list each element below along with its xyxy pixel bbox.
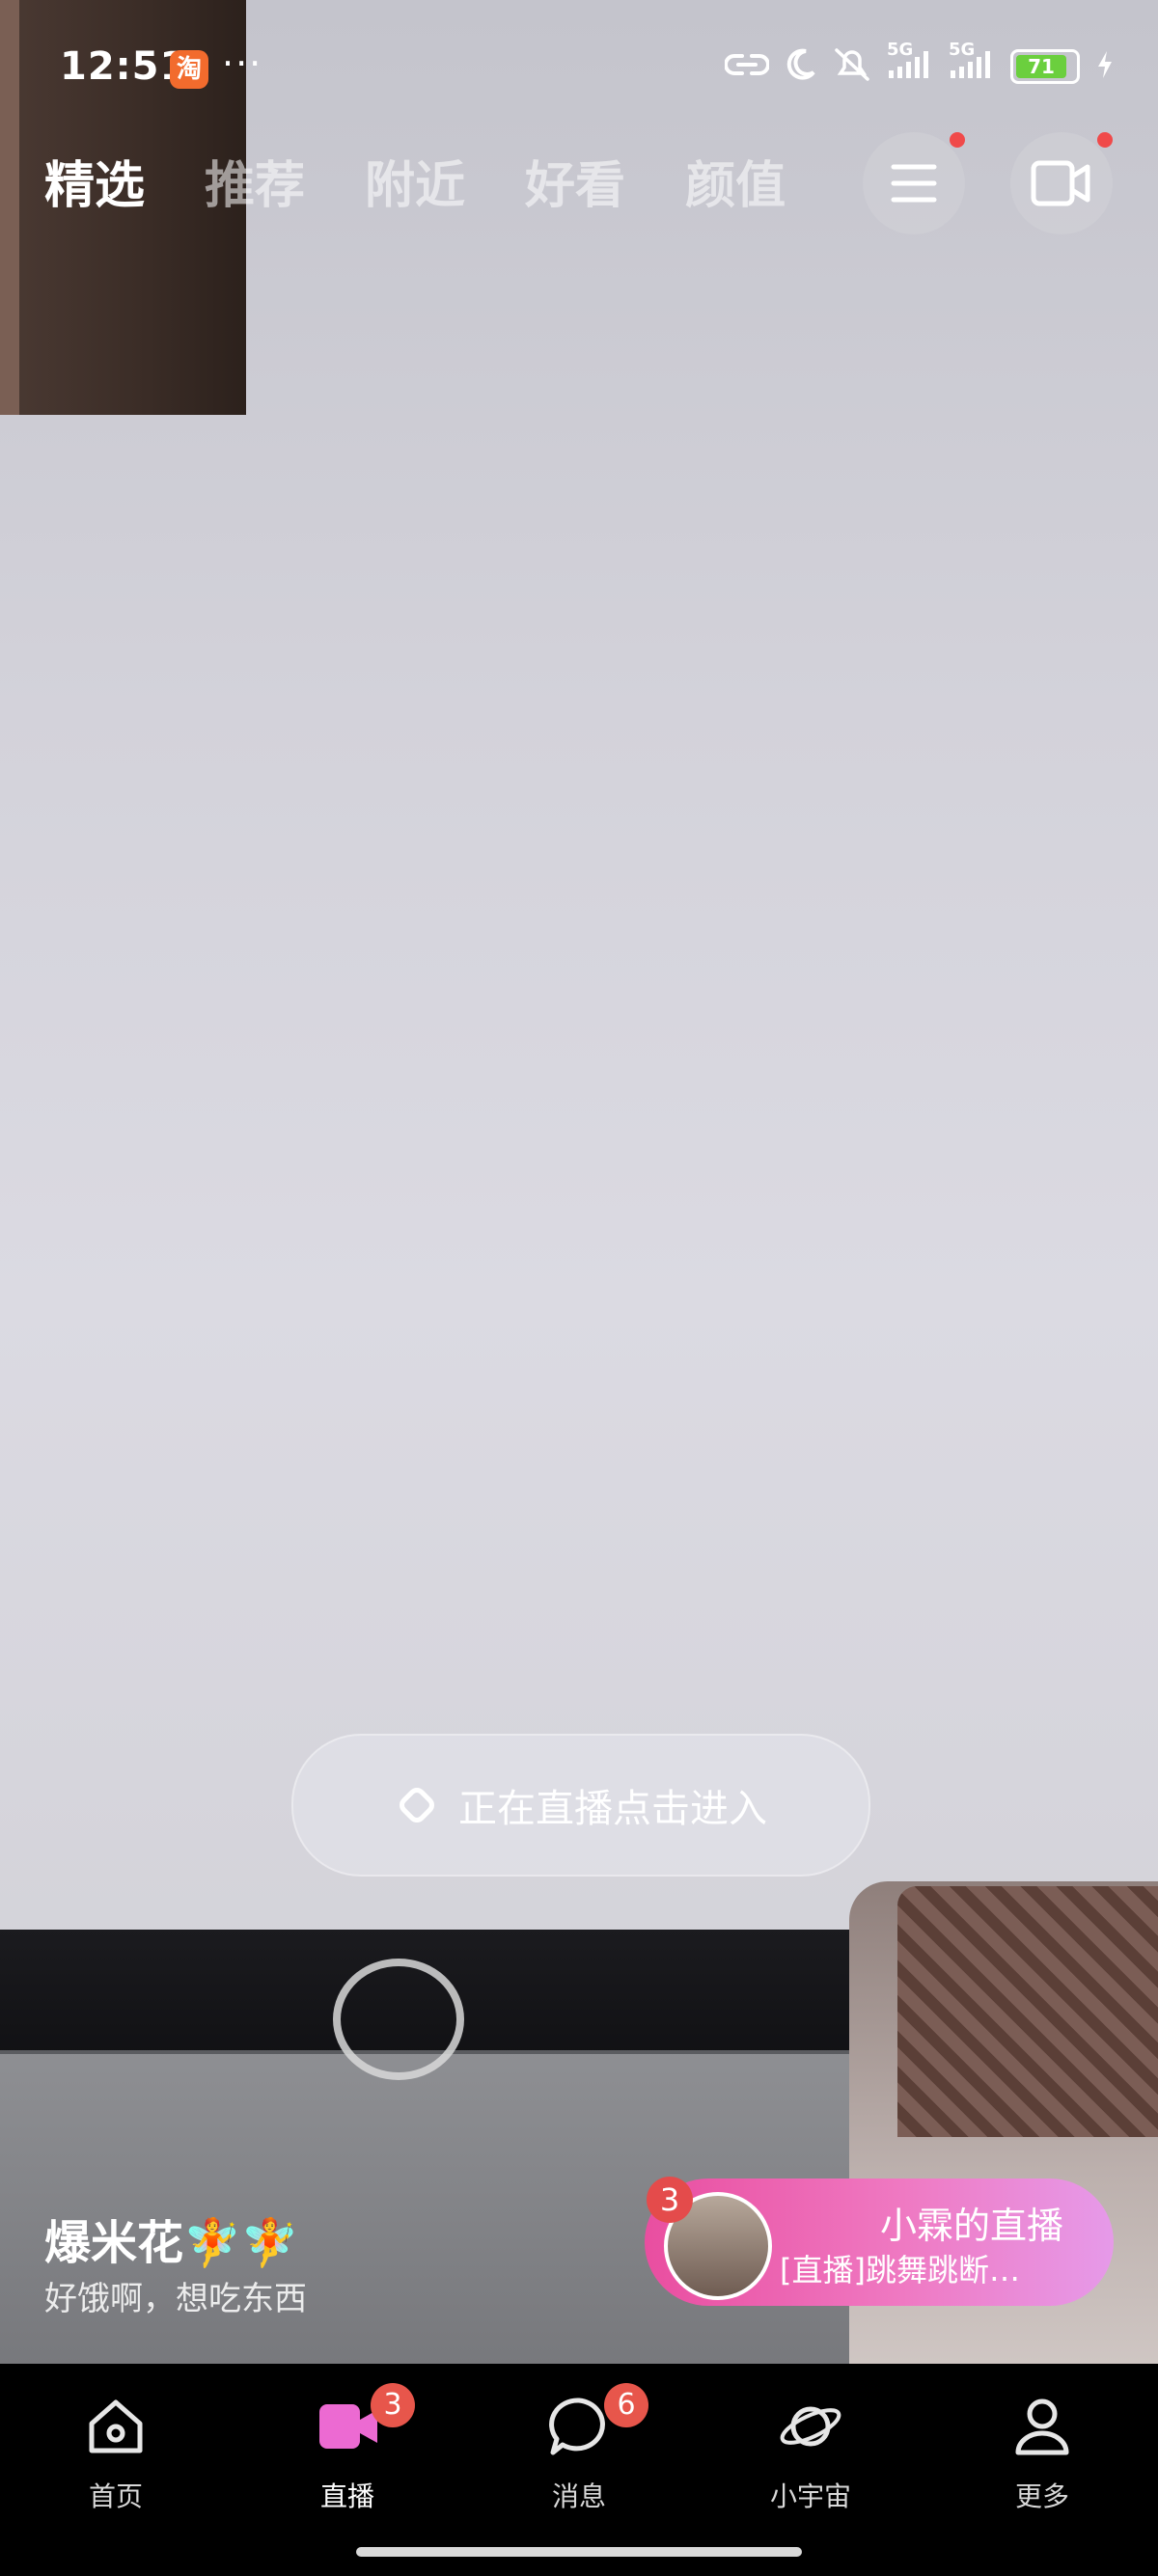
hamburger-menu-icon (891, 164, 937, 203)
nav-messages[interactable]: 6 消息 (482, 2383, 676, 2514)
recommended-live-card[interactable]: 3 小霖的直播 [直播]跳舞跳断… (645, 2177, 1114, 2306)
count-badge: 3 (647, 2177, 693, 2223)
category-tabs: 精选 推荐 附近 好看 颜值 (44, 145, 786, 217)
floor-ring (333, 1959, 464, 2080)
bottom-navigation: 首页 3 直播 6 消息 小宇宙 更多 (0, 2364, 1158, 2576)
live-card-subtitle: [直播]跳舞跳断… (780, 2252, 1020, 2288)
battery-icon: 71 (1010, 49, 1080, 84)
signal-icon: 5G (887, 40, 933, 85)
nav-home[interactable]: 首页 (19, 2393, 212, 2514)
enter-live-label: 正在直播点击进入 (458, 1787, 767, 1831)
clock: 12:51 (60, 44, 188, 89)
nav-live[interactable]: 3 直播 (251, 2383, 444, 2514)
live-rotating-icon (400, 1788, 434, 1822)
notification-dot (1097, 132, 1113, 148)
live-stream-video[interactable] (0, 0, 1158, 2364)
nav-more[interactable]: 更多 (946, 2393, 1139, 2514)
person-icon (1015, 2398, 1069, 2455)
signal-icon-2: 5G (949, 40, 995, 85)
live-badge: 3 (371, 2383, 415, 2427)
live-card-title: 小霖的直播 (880, 2205, 1064, 2247)
video-camera-icon (1031, 160, 1090, 206)
notification-dot (950, 132, 965, 148)
status-bar: 12:51 淘 ··· 5G 5G 71 (0, 0, 1158, 135)
go-live-button[interactable] (1010, 132, 1113, 234)
more-notifications-icon: ··· (222, 42, 263, 85)
mute-bell-icon (833, 46, 871, 87)
enter-live-button[interactable]: 正在直播点击进入 (291, 1734, 870, 1877)
home-icon (89, 2399, 143, 2453)
moon-icon (785, 47, 817, 86)
tab-recommended[interactable]: 推荐 (205, 145, 305, 217)
menu-button[interactable] (863, 132, 965, 234)
taobao-notification-icon: 淘 (170, 50, 208, 89)
tab-good-looking[interactable]: 好看 (525, 145, 625, 217)
planet-icon (780, 2406, 841, 2447)
tab-appearance[interactable]: 颜值 (685, 145, 786, 217)
charging-icon (1095, 49, 1115, 84)
link-icon (724, 50, 770, 83)
stream-caption: 好饿啊，想吃东西 (44, 2280, 307, 2318)
nav-universe[interactable]: 小宇宙 (714, 2393, 907, 2514)
streamer-name[interactable]: 爆米花🧚🧚 (44, 2205, 299, 2272)
home-indicator[interactable] (356, 2547, 802, 2557)
message-bubble-icon (549, 2398, 605, 2455)
messages-badge: 6 (604, 2383, 648, 2427)
tab-nearby[interactable]: 附近 (365, 145, 465, 217)
tab-featured[interactable]: 精选 (44, 145, 145, 217)
